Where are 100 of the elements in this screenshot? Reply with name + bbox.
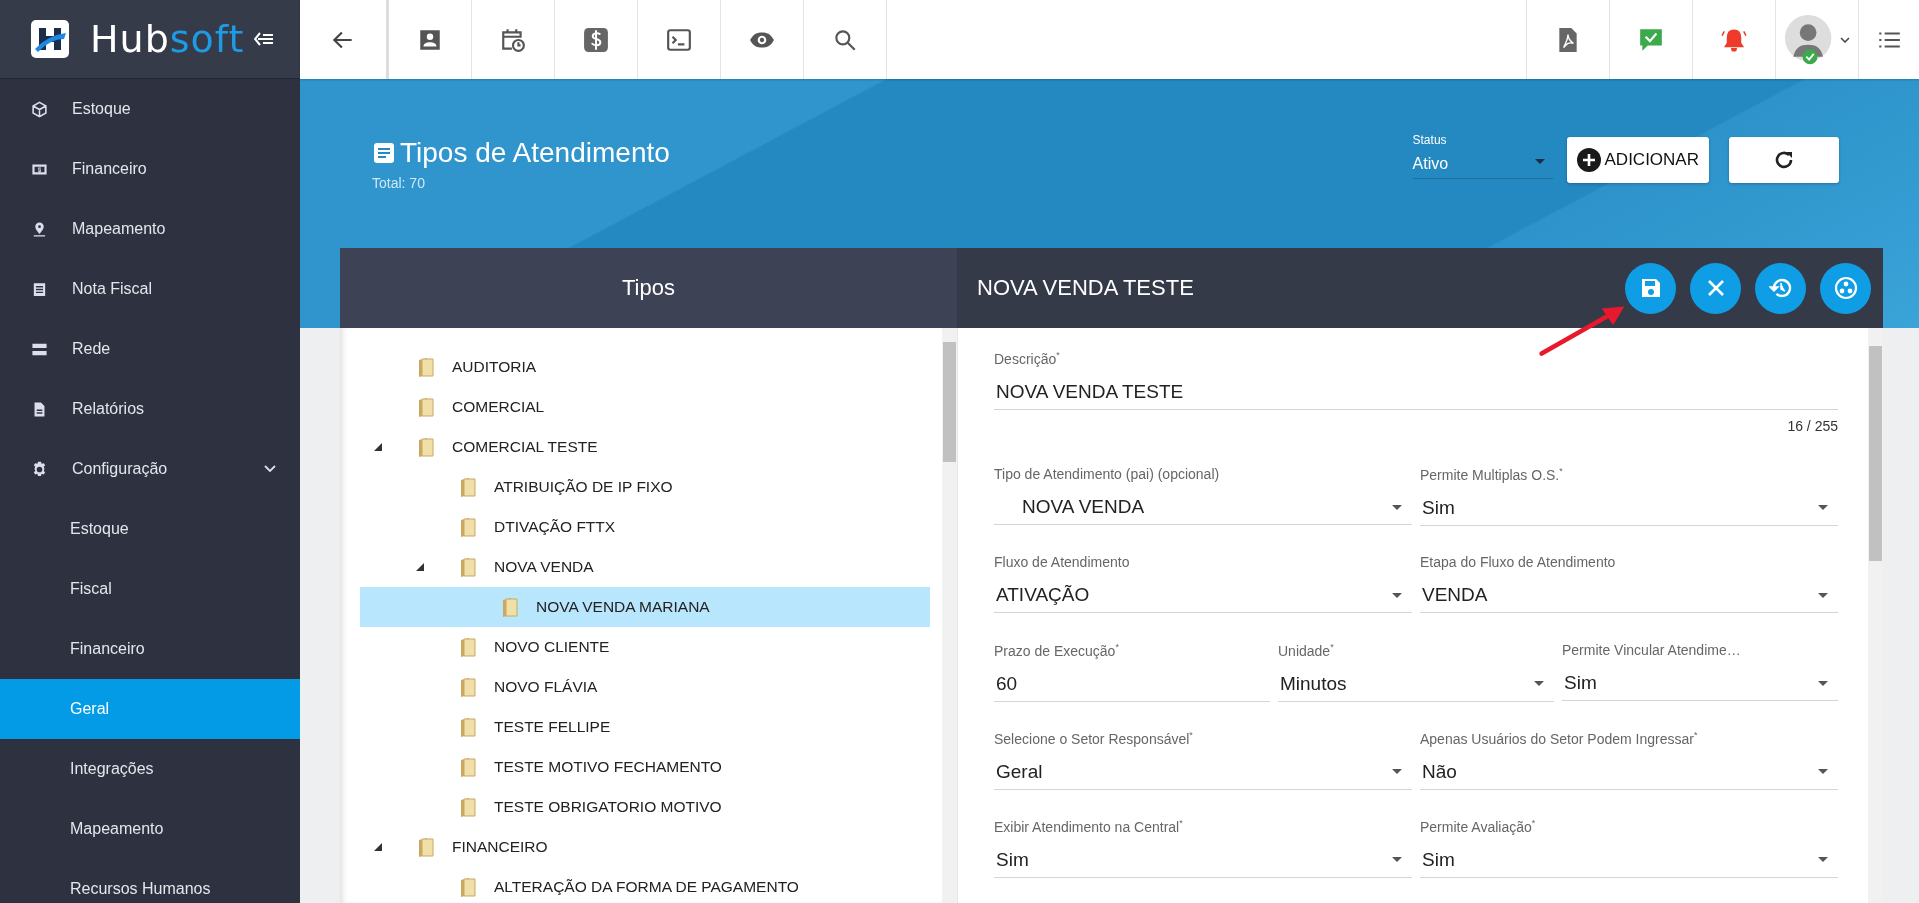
input-field[interactable]: 60	[994, 666, 1270, 702]
sidebar-subitem[interactable]: Estoque	[0, 499, 300, 559]
field-label: Unidade$^{*}$	[1278, 642, 1335, 659]
tree-item[interactable]: ATRIBUIÇÃO DE IP FIXO	[360, 467, 930, 507]
tree-item[interactable]: TESTE MOTIVO FECHAMENTO	[360, 747, 930, 787]
field-label: Prazo de Execução$^{*}$	[994, 642, 1120, 659]
select-field[interactable]: Não	[1420, 754, 1838, 790]
calendar-icon	[500, 26, 526, 53]
select-field[interactable]: Sim	[994, 842, 1412, 878]
tree-item[interactable]: AUDITORIA	[360, 347, 930, 387]
tree-item[interactable]: COMERCIAL	[360, 387, 930, 427]
tree-item[interactable]: TESTE FELLIPE	[360, 707, 930, 747]
sidebar-item[interactable]: Configuração	[0, 439, 300, 499]
select-field[interactable]: ATIVAÇÃO	[994, 578, 1412, 613]
gear-icon	[31, 460, 48, 478]
tree-item[interactable]: ALTERAÇÃO DA FORMA DE PAGAMENTO	[360, 867, 930, 903]
list-icon	[31, 280, 48, 298]
character-counter: 16 / 255	[1787, 417, 1838, 434]
folder-icon	[458, 636, 478, 658]
caret-icon	[1392, 857, 1402, 863]
collapse-menu-icon[interactable]	[254, 32, 275, 46]
select-field[interactable]: Sim	[1420, 842, 1838, 878]
page-title: Tipos de Atendimento	[400, 137, 670, 169]
status-select[interactable]: Status Ativo	[1412, 129, 1553, 179]
select-field[interactable]: Geral	[994, 754, 1412, 790]
scrollbar[interactable]	[942, 328, 957, 903]
logo-icon	[30, 19, 70, 59]
form-title: NOVA VENDA TESTE	[977, 275, 1194, 301]
total-count: Total: 70	[372, 175, 426, 191]
tree-item[interactable]: NOVA VENDA	[360, 547, 930, 587]
dollar-icon	[583, 26, 609, 53]
sidebar-subitem[interactable]: Fiscal	[0, 559, 300, 619]
terminal-icon	[666, 26, 692, 53]
tree-item[interactable]: NOVO CLIENTE	[360, 627, 930, 667]
save-button[interactable]	[1625, 262, 1676, 314]
add-button[interactable]: ADICIONAR	[1566, 137, 1709, 183]
workflow-button[interactable]	[1820, 262, 1871, 314]
folder-icon	[458, 876, 478, 898]
tree-item[interactable]: NOVO FLÁVIA	[360, 667, 930, 707]
caret-icon	[1818, 680, 1828, 686]
sidebar-item[interactable]: Estoque	[0, 79, 300, 139]
sidebar-item[interactable]: Relatórios	[0, 379, 300, 439]
field-label: Descrição$^{*}$	[994, 350, 1061, 367]
sidebar-item[interactable]: Financeiro	[0, 139, 300, 199]
sidebar-item[interactable]: Rede	[0, 319, 300, 379]
field-label: Apenas Usuários do Setor Podem Ingressar$^{*}$	[1420, 730, 1699, 747]
folder-icon	[458, 556, 478, 578]
caret-icon	[1818, 592, 1828, 598]
field-label: Etapa do Fluxo de Atendimento	[1420, 554, 1617, 570]
logo-text: Hubsoft	[90, 17, 245, 61]
history-icon	[1768, 276, 1793, 300]
tree-item[interactable]: DTIVAÇÃO FTTX	[360, 507, 930, 547]
dropdown-caret-icon	[1840, 36, 1850, 43]
document-icon	[372, 141, 396, 165]
close-button[interactable]	[1690, 262, 1741, 314]
folder-icon	[458, 756, 478, 778]
field-label: Permite Multiplas O.S.$^{*}$	[1420, 466, 1564, 483]
chat-check-icon	[1638, 26, 1664, 53]
folder-icon	[458, 716, 478, 738]
folder-icon	[416, 396, 436, 418]
tree-item[interactable]: FINANCEIRO	[360, 827, 930, 867]
folder-icon	[416, 356, 436, 378]
caret-icon	[1534, 681, 1544, 687]
field-label: Tipo de Atendimento (pai) (opcional)	[994, 466, 1221, 482]
caret-icon	[1534, 159, 1545, 164]
plus-circle-icon	[1576, 148, 1601, 172]
select-field[interactable]: Minutos	[1278, 666, 1554, 702]
three-dots-circle-icon	[1833, 276, 1858, 300]
sidebar-subitem[interactable]: Recursos Humanos	[0, 859, 300, 903]
tree-item[interactable]: COMERCIAL TESTE	[360, 427, 930, 467]
expander-icon[interactable]	[374, 843, 382, 851]
sidebar-subitem[interactable]: Integrações	[0, 739, 300, 799]
input-field[interactable]: NOVA VENDA TESTE	[994, 374, 1838, 410]
refresh-button[interactable]	[1729, 137, 1839, 183]
caret-icon	[1818, 857, 1828, 863]
sidebar-subitem[interactable]: Mapeamento	[0, 799, 300, 859]
sidebar-item[interactable]: Nota Fiscal	[0, 259, 300, 319]
tree-item[interactable]: TESTE OBRIGATORIO MOTIVO	[360, 787, 930, 827]
caret-icon	[1392, 592, 1402, 598]
sidebar-subitem[interactable]: Financeiro	[0, 619, 300, 679]
field-label: Permite Avaliação$^{*}$	[1420, 818, 1537, 835]
select-field[interactable]: Sim	[1420, 490, 1838, 526]
caret-icon	[1818, 769, 1828, 775]
expander-icon[interactable]	[374, 443, 382, 451]
cube-icon	[31, 100, 48, 118]
select-field[interactable]: Sim	[1562, 666, 1838, 701]
expander-icon[interactable]	[416, 563, 424, 571]
field-label: Permite Vincular Atendime…	[1562, 642, 1742, 658]
caret-icon	[1818, 505, 1828, 511]
field-label: Exibir Atendimento na Central$^{*}$	[994, 818, 1184, 835]
sidebar-item[interactable]: Mapeamento	[0, 199, 300, 259]
scrollbar[interactable]	[1868, 328, 1883, 903]
field-label: Selecione o Setor Responsável$^{*}$	[994, 730, 1194, 747]
select-field[interactable]: VENDA	[1420, 578, 1838, 613]
folder-icon	[458, 676, 478, 698]
history-button[interactable]	[1755, 262, 1806, 314]
tree-item[interactable]: NOVA VENDA MARIANA	[360, 587, 930, 627]
folder-icon	[458, 516, 478, 538]
select-field[interactable]: NOVA VENDA	[994, 490, 1412, 525]
list-title: Tipos	[622, 275, 675, 301]
